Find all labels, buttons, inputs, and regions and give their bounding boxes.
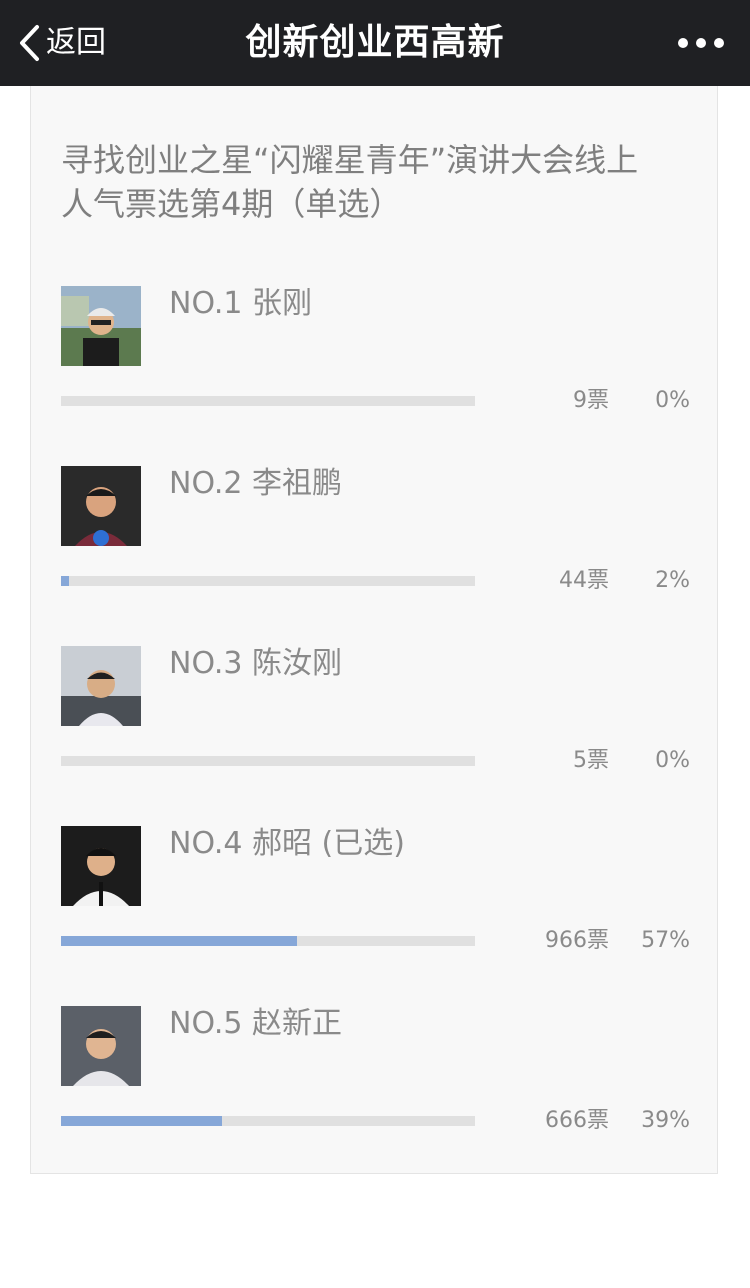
avatar	[61, 646, 141, 726]
avatar	[61, 826, 141, 906]
option-label: NO.1 张刚	[169, 286, 312, 321]
option-label: NO.5 赵新正	[169, 1006, 342, 1041]
page-title: 创新创业西高新	[245, 22, 505, 63]
poll-option-5[interactable]: NO.5 赵新正 666票 39%	[61, 1006, 691, 1156]
poll-option-4[interactable]: NO.4 郝昭 (已选) 966票 57%	[61, 826, 691, 976]
avatar	[61, 466, 141, 546]
poll-title-line-1: 寻找创业之星“闪耀星青年”演讲大会线上	[61, 141, 639, 179]
dot	[696, 38, 706, 48]
vote-percent: 0%	[655, 388, 690, 413]
nav-bar: 返回 创新创业西高新	[0, 0, 750, 86]
vote-count: 9票	[573, 388, 609, 413]
vote-progress-bar	[61, 936, 475, 946]
vote-progress-bar	[61, 756, 475, 766]
back-label: 返回	[46, 25, 106, 60]
avatar	[61, 1006, 141, 1086]
option-label: NO.4 郝昭 (已选)	[169, 826, 405, 861]
dot	[678, 38, 688, 48]
vote-progress-bar	[61, 576, 475, 586]
vote-count: 966票	[545, 928, 609, 953]
chevron-left-icon	[18, 24, 40, 62]
option-label: NO.2 李祖鹏	[169, 466, 342, 501]
vote-progress-bar	[61, 396, 475, 406]
poll-option-1[interactable]: NO.1 张刚 9票 0%	[61, 286, 691, 436]
avatar	[61, 286, 141, 366]
vote-progress-bar	[61, 1116, 475, 1126]
vote-progress-fill	[61, 576, 70, 586]
option-label: NO.3 陈汝刚	[169, 646, 342, 681]
vote-progress-fill	[61, 1116, 223, 1126]
more-dots-icon[interactable]	[678, 36, 724, 50]
vote-percent: 2%	[655, 568, 690, 593]
poll-option-2[interactable]: NO.2 李祖鹏 44票 2%	[61, 466, 691, 616]
vote-count: 44票	[559, 568, 609, 593]
poll-option-3[interactable]: NO.3 陈汝刚 5票 0%	[61, 646, 691, 796]
vote-progress-fill	[61, 936, 297, 946]
vote-percent: 57%	[641, 928, 690, 953]
poll-card: 寻找创业之星“闪耀星青年”演讲大会线上 人气票选第4期（单选） NO.1 张刚 …	[30, 86, 718, 1174]
poll-title: 寻找创业之星“闪耀星青年”演讲大会线上 人气票选第4期（单选）	[61, 138, 691, 226]
vote-count: 666票	[545, 1108, 609, 1133]
back-button[interactable]: 返回	[18, 22, 106, 64]
dot	[714, 38, 724, 48]
vote-percent: 0%	[655, 748, 690, 773]
vote-count: 5票	[573, 748, 609, 773]
vote-percent: 39%	[641, 1108, 690, 1133]
poll-title-line-2: 人气票选第4期（单选）	[61, 185, 402, 223]
